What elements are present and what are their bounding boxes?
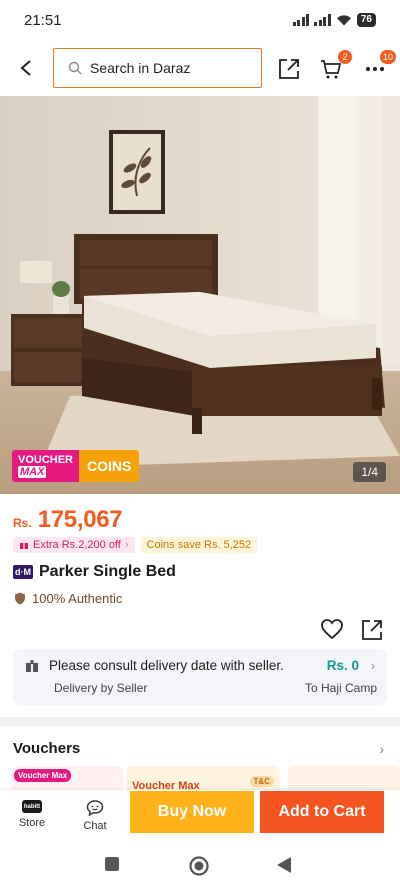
- voucher-label: VOUCHER: [18, 454, 74, 466]
- heart-icon: [321, 619, 343, 640]
- home-button[interactable]: [189, 856, 209, 876]
- max-label: MAX: [18, 466, 47, 478]
- cart-count-badge: 2: [338, 50, 352, 64]
- share-icon: [362, 620, 382, 640]
- recents-button[interactable]: [104, 856, 122, 874]
- extra-off-text: Extra Rs.2,200 off: [33, 539, 121, 551]
- status-icons: 76: [292, 13, 376, 27]
- image-counter: 1/4: [353, 462, 386, 482]
- gift-icon: [20, 543, 28, 549]
- share-icon: [279, 59, 299, 79]
- coins-save-chip: Coins save Rs. 5,252: [140, 537, 258, 553]
- shield-icon: [15, 592, 25, 605]
- add-to-cart-button[interactable]: Add to Cart: [260, 791, 384, 833]
- back-button[interactable]: [14, 56, 38, 80]
- store-label: Store: [18, 817, 46, 829]
- voucher-max-tag: Voucher Max: [14, 769, 72, 782]
- voucher-max-badge: VOUCHER MAX: [12, 450, 80, 482]
- price-row: Rs. 175,067: [13, 506, 123, 534]
- authentic-row: 100% Authentic: [14, 591, 122, 606]
- price-currency: Rs.: [13, 516, 32, 530]
- delivery-destination: To Haji Camp: [304, 681, 377, 695]
- store-logo: habitt: [22, 800, 42, 813]
- chevron-left-icon: [20, 60, 31, 76]
- more-button[interactable]: 10: [362, 50, 396, 82]
- delivery-card[interactable]: Please consult delivery date with seller…: [13, 649, 387, 705]
- tnc-tag: T&C: [249, 776, 274, 787]
- signal-icon: [292, 14, 310, 26]
- extra-off-chip[interactable]: Extra Rs.2,200 off ›: [13, 537, 135, 553]
- battery-indicator: 76: [356, 13, 376, 27]
- product-price: 175,067: [37, 506, 123, 533]
- search-placeholder: Search in Daraz: [90, 60, 191, 76]
- chat-label: Chat: [83, 820, 107, 832]
- product-title: Parker Single Bed: [39, 563, 176, 580]
- coins-badge: COINS: [79, 450, 140, 482]
- home-circle-icon: [189, 856, 209, 876]
- share-button[interactable]: [276, 56, 302, 82]
- buy-now-button[interactable]: Buy Now: [130, 791, 254, 833]
- title-row: d·M Parker Single Bed: [13, 563, 176, 581]
- delivery-by: Delivery by Seller: [54, 681, 148, 695]
- promo-badge: VOUCHER MAX COINS: [12, 450, 140, 482]
- vouchers-heading: Vouchers: [13, 740, 81, 757]
- share-product-button[interactable]: [360, 618, 386, 644]
- system-navigation-bar: [0, 842, 400, 888]
- chevron-right-icon: ›: [124, 539, 129, 551]
- vouchers-more-button[interactable]: ›: [379, 741, 384, 757]
- chat-icon: [86, 800, 104, 816]
- wifi-icon: [336, 15, 351, 26]
- status-bar: 21:51 76: [0, 0, 400, 40]
- signal-icon-2: [314, 14, 331, 26]
- back-nav-button[interactable]: [276, 856, 294, 874]
- discount-chips: Extra Rs.2,200 off › Coins save Rs. 5,25…: [13, 537, 258, 553]
- section-divider: [0, 717, 400, 726]
- delivery-message: Please consult delivery date with seller…: [49, 658, 284, 673]
- top-header: Search in Daraz 2 10: [0, 40, 400, 96]
- wishlist-button[interactable]: [320, 618, 346, 644]
- cart-button[interactable]: 2: [318, 50, 352, 82]
- square-icon: [105, 857, 119, 871]
- store-button[interactable]: habitt Store: [10, 800, 54, 829]
- brand-logo: d·M: [13, 565, 33, 579]
- delivery-fee: Rs. 0: [326, 658, 359, 673]
- search-icon: [68, 61, 82, 75]
- chat-button[interactable]: Chat: [73, 800, 117, 832]
- chevron-right-icon: ›: [371, 659, 375, 673]
- product-photo: [0, 96, 400, 494]
- product-image-gallery[interactable]: VOUCHER MAX COINS 1/4: [0, 96, 400, 494]
- bottom-action-bar: habitt Store Chat Buy Now Add to Cart: [0, 790, 400, 842]
- search-input[interactable]: Search in Daraz: [53, 48, 262, 88]
- status-time: 21:51: [24, 11, 62, 29]
- authentic-text: 100% Authentic: [32, 591, 123, 606]
- more-count-badge: 10: [379, 50, 396, 64]
- triangle-back-icon: [277, 857, 291, 873]
- delivery-box-icon: [26, 660, 38, 672]
- more-icon: [366, 67, 384, 71]
